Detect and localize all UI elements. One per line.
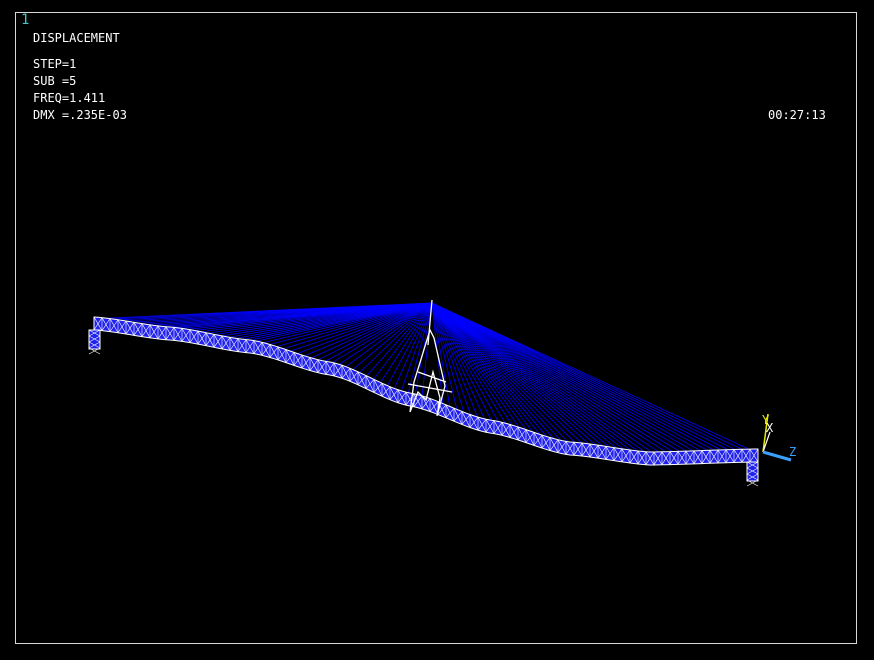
stay-cables	[99, 302, 752, 454]
bridge-model-view: Y X Z	[88, 299, 796, 487]
stay-cable	[431, 302, 640, 453]
stay-cable	[431, 302, 612, 449]
stay-cable	[431, 302, 647, 454]
z-axis-line	[762, 450, 792, 462]
stay-cable	[431, 302, 654, 454]
stay-cable	[431, 302, 696, 453]
bridge-deck-mesh	[88, 316, 759, 487]
stay-cable	[431, 302, 668, 454]
stay-cable	[431, 302, 675, 453]
stay-cable	[431, 302, 626, 451]
z-axis-label: Z	[789, 445, 796, 459]
stay-cable	[431, 302, 689, 453]
x-axis-label: X	[766, 421, 774, 435]
coordinate-triad-icon: Y X Z	[762, 413, 796, 462]
